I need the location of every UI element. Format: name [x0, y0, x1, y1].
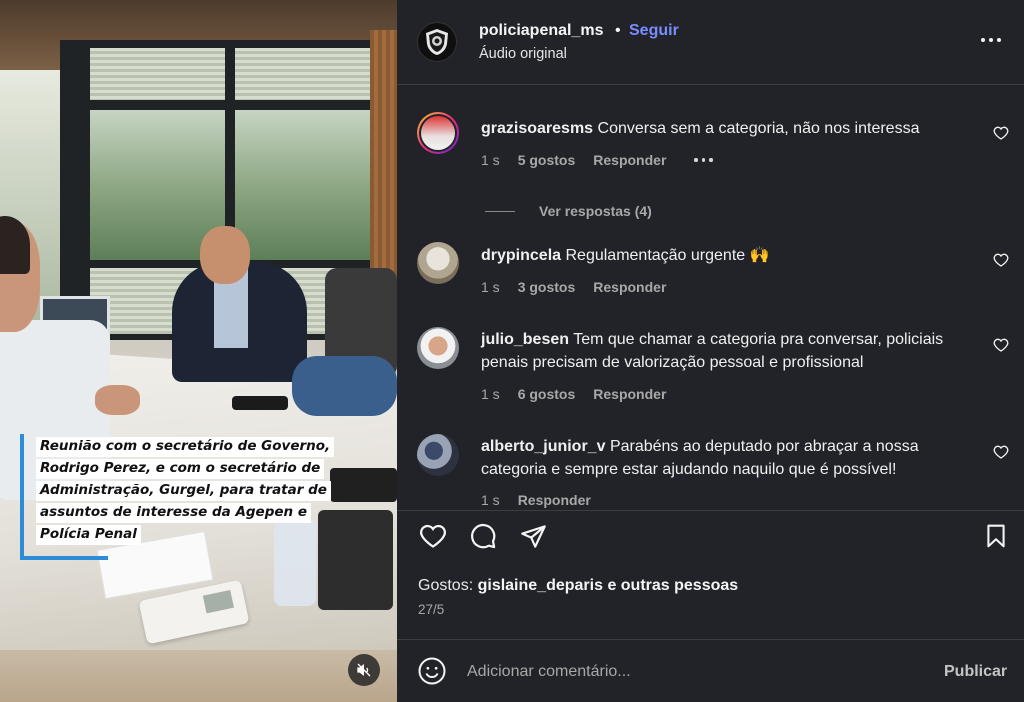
post-video[interactable]: Reunião com o secretário de Governo, Rod… [0, 0, 397, 702]
header-divider [397, 84, 1024, 85]
follow-button[interactable]: Seguir [629, 22, 679, 40]
mute-button[interactable] [348, 654, 380, 686]
comment-body: Regulamentação urgente 🙌 [565, 247, 770, 264]
comment-time[interactable]: 1 s [481, 386, 500, 402]
video-caption: Reunião com o secretário de Governo, Rod… [36, 437, 354, 547]
view-replies-button[interactable]: Ver respostas (4) [485, 203, 652, 219]
video-phone [232, 396, 288, 410]
share-button[interactable] [517, 520, 549, 552]
post-header: policiapenal_ms • Seguir Áudio original [397, 0, 1024, 84]
comment-like-button[interactable] [993, 337, 1011, 355]
avatar[interactable] [417, 242, 459, 284]
avatar[interactable] [417, 22, 457, 62]
post-details-panel: policiapenal_ms • Seguir Áudio original … [397, 0, 1024, 702]
more-options-button[interactable] [981, 30, 1007, 50]
comment-like-button[interactable] [993, 125, 1011, 143]
bookmark-icon [987, 524, 1005, 548]
publish-button[interactable]: Publicar [944, 663, 1007, 681]
more-horizontal-icon [694, 158, 698, 162]
comment-username[interactable]: alberto_junior_v [481, 438, 605, 455]
avatar[interactable] [417, 327, 459, 369]
video-person-left-hand [95, 385, 140, 415]
comment-time[interactable]: 1 s [481, 279, 500, 295]
caption-accent-bar [20, 556, 108, 560]
post-date[interactable]: 27/5 [418, 602, 444, 617]
comment-likes[interactable]: 5 gostos [518, 152, 576, 168]
comment-meta: 1 s 5 gostos Responder [481, 152, 713, 168]
comment-likes[interactable]: 6 gostos [518, 386, 576, 402]
like-button[interactable] [417, 520, 449, 552]
comment-like-button[interactable] [993, 252, 1011, 270]
video-blinds [90, 48, 225, 100]
comment-time[interactable]: 1 s [481, 492, 500, 508]
caption-line: Rodrigo Perez, e com o secretário de [36, 459, 325, 479]
reply-button[interactable]: Responder [593, 279, 666, 295]
likes-user[interactable]: gislaine_deparis [478, 577, 603, 594]
police-badge-icon [426, 29, 448, 55]
caption-accent-bar [20, 434, 24, 560]
action-bar [397, 520, 1024, 564]
video-person-right [292, 356, 397, 416]
video-person-center-head [200, 226, 250, 284]
replies-line [485, 210, 515, 212]
comment-likes[interactable]: 3 gostos [518, 279, 576, 295]
comment-text: julio_besen Tem que chamar a categoria p… [481, 328, 976, 374]
comment-meta: 1 s 3 gostos Responder [481, 279, 666, 295]
heart-icon [993, 126, 1009, 140]
add-comment-bar: Publicar [397, 640, 1024, 702]
view-replies-label: Ver respostas (4) [539, 203, 652, 219]
more-horizontal-icon [981, 38, 985, 42]
comments-list[interactable]: grazisoaresms Conversa sem a categoria, … [397, 98, 1024, 510]
smiley-icon [418, 657, 446, 685]
comment-options-button[interactable] [694, 158, 713, 162]
separator-dot: • [615, 22, 621, 39]
likes-summary: Gostos: gislaine_deparis e outras pessoa… [418, 577, 738, 595]
heart-icon [993, 338, 1009, 352]
video-blinds [235, 48, 375, 100]
save-button[interactable] [980, 520, 1012, 552]
audio-label[interactable]: Áudio original [479, 46, 567, 62]
paper-plane-icon [520, 524, 546, 548]
reply-button[interactable]: Responder [593, 386, 666, 402]
comment-bubble-icon [471, 523, 496, 549]
comment-body: Conversa sem a categoria, não nos intere… [597, 120, 920, 137]
heart-icon [420, 524, 446, 548]
comment-meta: 1 s 6 gostos Responder [481, 386, 666, 402]
comment-text: grazisoaresms Conversa sem a categoria, … [481, 117, 976, 140]
comment-username[interactable]: drypincela [481, 247, 561, 264]
comment-input[interactable] [467, 658, 927, 686]
comment-username[interactable]: grazisoaresms [481, 120, 593, 137]
speaker-muted-icon [357, 663, 371, 677]
comment-button[interactable] [467, 520, 499, 552]
comment-time[interactable]: 1 s [481, 152, 500, 168]
reply-button[interactable]: Responder [593, 152, 666, 168]
post-username[interactable]: policiapenal_ms [479, 22, 604, 40]
avatar[interactable] [417, 112, 459, 154]
video-window-pane [235, 110, 375, 260]
caption-line: Reunião com o secretário de Governo, [36, 437, 335, 457]
caption-line: Administração, Gurgel, para tratar de [36, 481, 331, 501]
heart-icon [993, 253, 1009, 267]
likes-prefix: Gostos: [418, 577, 474, 594]
avatar[interactable] [417, 434, 459, 476]
reply-button[interactable]: Responder [518, 492, 591, 508]
comment-like-button[interactable] [993, 444, 1011, 462]
caption-line: Polícia Penal [36, 525, 141, 545]
heart-icon [993, 445, 1009, 459]
emoji-button[interactable] [417, 656, 447, 686]
comment-text: alberto_junior_v Parabéns ao deputado po… [481, 435, 976, 481]
likes-others[interactable]: e outras pessoas [607, 577, 738, 594]
comment-text: drypincela Regulamentação urgente 🙌 [481, 244, 976, 267]
comments-divider [397, 510, 1024, 511]
comment-username[interactable]: julio_besen [481, 331, 569, 348]
caption-line: assuntos de interesse da Agepen e [36, 503, 312, 523]
comment-meta: 1 s Responder [481, 492, 591, 508]
